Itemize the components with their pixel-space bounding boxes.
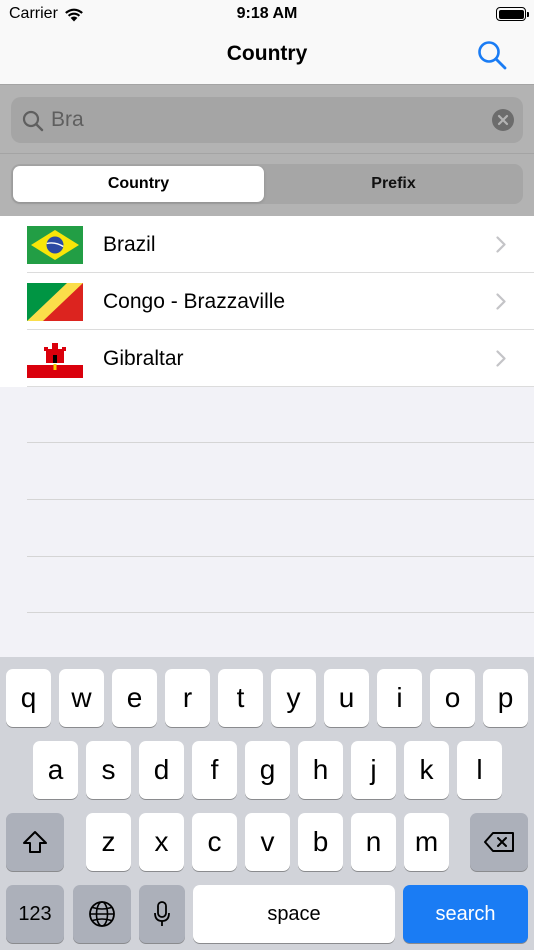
globe-icon bbox=[89, 901, 115, 927]
key-l[interactable]: l bbox=[457, 741, 502, 799]
chevron-right-icon bbox=[496, 236, 506, 253]
segmented-control: Country Prefix bbox=[11, 164, 523, 204]
gibraltar-flag bbox=[27, 339, 83, 378]
search-bar bbox=[0, 84, 534, 154]
chevron-right-icon bbox=[496, 293, 506, 310]
navigation-bar: Country bbox=[0, 30, 534, 84]
numbers-key[interactable]: 123 bbox=[6, 885, 64, 943]
search-field[interactable] bbox=[11, 97, 523, 143]
backspace-key[interactable] bbox=[470, 813, 528, 871]
battery-icon bbox=[496, 7, 529, 21]
page-title: Country bbox=[226, 42, 308, 65]
key-z[interactable]: z bbox=[86, 813, 131, 871]
key-x[interactable]: x bbox=[139, 813, 184, 871]
key-u[interactable]: u bbox=[324, 669, 369, 727]
segment-prefix[interactable]: Prefix bbox=[268, 166, 519, 202]
key-b[interactable]: b bbox=[298, 813, 343, 871]
key-n[interactable]: n bbox=[351, 813, 396, 871]
key-t[interactable]: t bbox=[218, 669, 263, 727]
list-item-congo-brazzaville[interactable]: Congo - Brazzaville bbox=[0, 273, 534, 330]
segment-country[interactable]: Country bbox=[13, 166, 264, 202]
shift-key[interactable] bbox=[6, 813, 64, 871]
row-divider bbox=[27, 386, 534, 387]
keyboard: qwertyuiop asdfghjkl zxcvbnm 123 space s bbox=[0, 657, 534, 950]
status-bar: Carrier 9:18 AM bbox=[0, 0, 534, 30]
dictation-key[interactable] bbox=[139, 885, 185, 943]
magnifier-icon bbox=[22, 110, 44, 132]
clock: 9:18 AM bbox=[236, 5, 298, 22]
results-list: Brazil Congo - Brazzaville Gibraltar bbox=[0, 216, 534, 387]
chevron-right-icon bbox=[496, 350, 506, 367]
key-v[interactable]: v bbox=[245, 813, 290, 871]
key-h[interactable]: h bbox=[298, 741, 343, 799]
empty-row-divider bbox=[27, 499, 534, 500]
key-k[interactable]: k bbox=[404, 741, 449, 799]
key-w[interactable]: w bbox=[59, 669, 104, 727]
key-f[interactable]: f bbox=[192, 741, 237, 799]
key-a[interactable]: a bbox=[33, 741, 78, 799]
backspace-icon bbox=[484, 832, 514, 852]
clear-search-button[interactable] bbox=[492, 109, 514, 131]
list-item-brazil[interactable]: Brazil bbox=[0, 216, 534, 273]
key-j[interactable]: j bbox=[351, 741, 396, 799]
country-name: Gibraltar bbox=[103, 346, 184, 370]
microphone-icon bbox=[154, 901, 170, 926]
key-y[interactable]: y bbox=[271, 669, 316, 727]
scope-bar: Country Prefix bbox=[0, 154, 534, 216]
search-button[interactable] bbox=[476, 39, 508, 71]
country-name: Brazil bbox=[103, 232, 156, 256]
key-g[interactable]: g bbox=[245, 741, 290, 799]
globe-key[interactable] bbox=[73, 885, 131, 943]
brazil-flag bbox=[27, 225, 83, 264]
search-input[interactable] bbox=[51, 104, 481, 136]
congo-brazzaville-flag bbox=[27, 282, 83, 321]
key-o[interactable]: o bbox=[430, 669, 475, 727]
empty-row-divider bbox=[27, 612, 534, 613]
key-q[interactable]: q bbox=[6, 669, 51, 727]
search-key[interactable]: search bbox=[403, 885, 528, 943]
key-d[interactable]: d bbox=[139, 741, 184, 799]
search-icon bbox=[478, 41, 507, 70]
empty-row-divider bbox=[27, 556, 534, 557]
empty-row-divider bbox=[27, 442, 534, 443]
key-i[interactable]: i bbox=[377, 669, 422, 727]
key-c[interactable]: c bbox=[192, 813, 237, 871]
space-key[interactable]: space bbox=[193, 885, 395, 943]
shift-icon bbox=[23, 831, 47, 853]
country-name: Congo - Brazzaville bbox=[103, 289, 286, 313]
key-p[interactable]: p bbox=[483, 669, 528, 727]
key-e[interactable]: e bbox=[112, 669, 157, 727]
list-item-gibraltar[interactable]: Gibraltar bbox=[0, 330, 534, 387]
clear-icon bbox=[497, 114, 509, 126]
key-m[interactable]: m bbox=[404, 813, 449, 871]
key-s[interactable]: s bbox=[86, 741, 131, 799]
key-r[interactable]: r bbox=[165, 669, 210, 727]
